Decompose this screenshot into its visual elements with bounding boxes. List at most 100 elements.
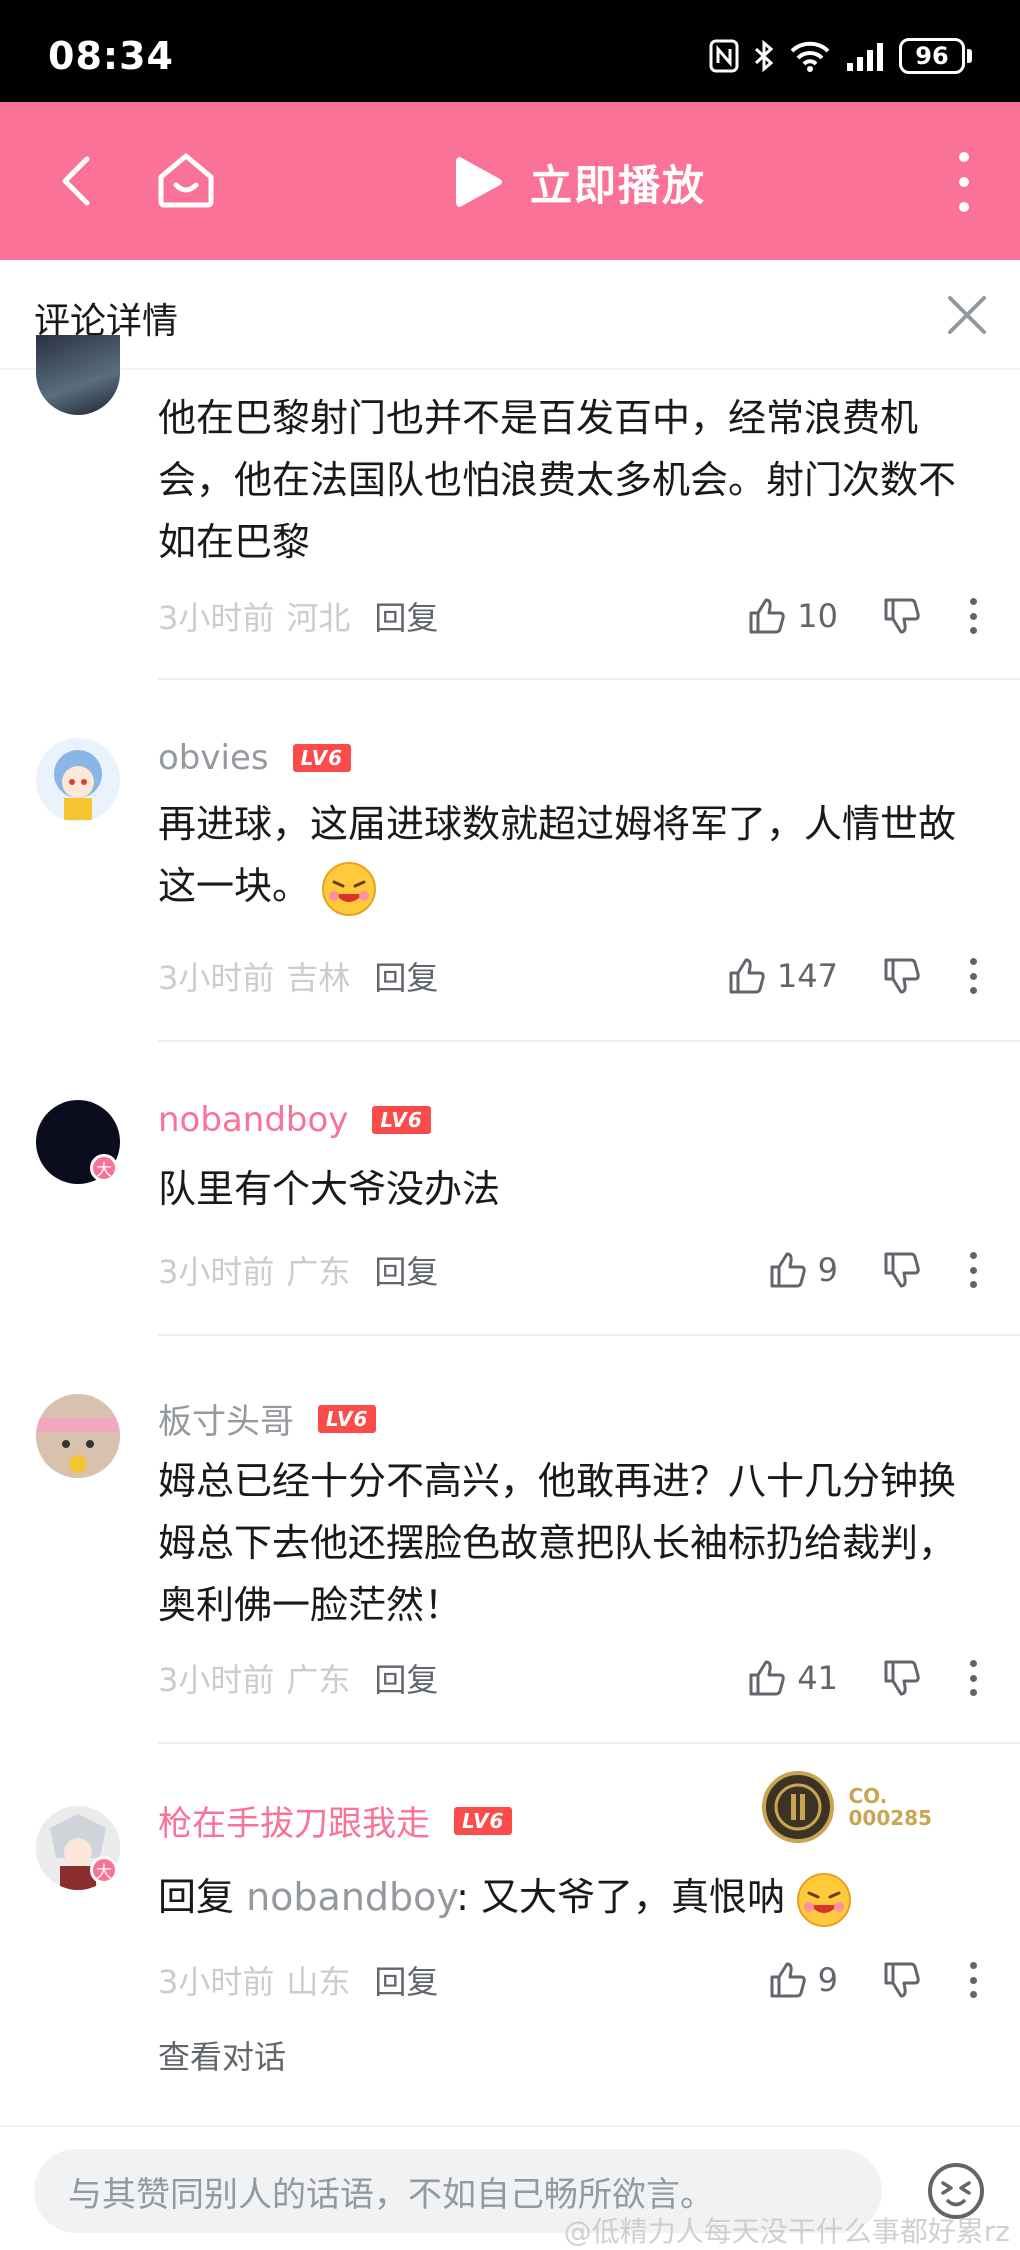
reply-prefix: 回复: [158, 1875, 247, 1919]
comment-body: : 又大爷了，真恨呐: [456, 1875, 786, 1919]
comment-header: obvies LV6: [158, 738, 351, 778]
thumbs-up-icon: [749, 1660, 785, 1696]
avatar[interactable]: [36, 738, 120, 822]
thumbs-up-icon: [770, 1252, 806, 1288]
bluetooth-icon: [754, 39, 774, 73]
more-options-button[interactable]: [944, 152, 984, 212]
close-icon[interactable]: [940, 288, 994, 342]
signal-icon: [847, 43, 883, 71]
home-button[interactable]: [150, 144, 222, 216]
play-now-label: 立即播放: [530, 160, 707, 210]
play-now-button[interactable]: 立即播放: [450, 142, 706, 222]
comment-time: 3小时前: [158, 1963, 275, 2001]
member-badge: 大: [90, 1154, 118, 1182]
reply-button[interactable]: 回复: [374, 953, 438, 999]
thumbs-up-icon: [749, 598, 785, 634]
home-icon: [158, 153, 214, 208]
comment-actions: 9: [768, 1240, 980, 1300]
comment-time: 3小时前: [158, 599, 275, 637]
divider: [158, 1040, 1020, 1042]
comment-body: 再进球，这届进球数就超过姆将军了，人情世故这一块。: [158, 802, 957, 908]
back-button[interactable]: [40, 146, 110, 216]
thumbs-down-icon: [884, 1660, 920, 1696]
reply-button[interactable]: 回复: [374, 1247, 438, 1293]
nfc-icon: [709, 39, 739, 73]
comment-more-button[interactable]: [966, 1962, 980, 1998]
like-count: 41: [797, 1659, 838, 1697]
comment-more-button[interactable]: [966, 958, 980, 994]
medal-line-2: 000285: [848, 1806, 933, 1830]
thumbs-up-icon: [729, 958, 765, 994]
fan-medal: CO. 000285: [761, 1770, 933, 1844]
status-bar: 08:34 96: [0, 0, 1020, 102]
thumbs-down-icon: [884, 1962, 920, 1998]
comment-time: 3小时前: [158, 1253, 275, 1291]
comment-more-button[interactable]: [966, 1660, 980, 1696]
level-badge: LV6: [454, 1806, 513, 1835]
comment-header: nobandboy LV6: [158, 1100, 431, 1140]
wifi-icon: [790, 41, 830, 72]
like-button[interactable]: 9: [768, 1960, 838, 2000]
like-count: 9: [817, 1251, 838, 1289]
watermark: @低精力人每天没干什么事都好累rz: [563, 2215, 1010, 2248]
username[interactable]: 板寸头哥: [158, 1394, 294, 1443]
comment-actions: 41: [747, 1648, 980, 1708]
comment-actions: 147: [727, 946, 980, 1006]
view-conversation-link[interactable]: 查看对话: [158, 2032, 286, 2078]
chevron-left-icon: [62, 156, 90, 206]
dislike-button[interactable]: [882, 1960, 922, 2000]
username[interactable]: obvies: [158, 738, 269, 778]
comment-actions: 10: [747, 586, 980, 646]
comment-location: 山东: [286, 1963, 351, 2001]
level-badge: LV6: [292, 744, 351, 772]
laughing-emoji-icon: [322, 861, 377, 916]
comment-time: 3小时前: [158, 1661, 275, 1699]
comment-location: 吉林: [286, 959, 351, 997]
like-button[interactable]: 10: [747, 596, 838, 636]
like-button[interactable]: 9: [768, 1250, 838, 1290]
comment-location: 河北: [286, 599, 351, 637]
comment-text: 姆总已经十分不高兴，他敢再进？八十几分钟换姆总下去他还摆脸色故意把队长袖标扔给裁…: [158, 1459, 957, 1627]
battery-indicator: 96: [899, 38, 972, 74]
reply-button[interactable]: 回复: [374, 593, 438, 639]
like-count: 9: [817, 1961, 838, 1999]
status-time: 08:34: [48, 34, 174, 78]
dislike-button[interactable]: [882, 956, 922, 996]
reply-button[interactable]: 回复: [374, 1655, 438, 1701]
reply-target-username[interactable]: nobandboy: [246, 1875, 456, 1919]
comment-location: 广东: [286, 1253, 351, 1291]
medal-line-1: CO.: [848, 1784, 888, 1808]
comment-text: 队里有个大爷没办法: [158, 1167, 501, 1211]
comment-more-button[interactable]: [966, 598, 980, 634]
comment-more-button[interactable]: [966, 1252, 980, 1288]
comment-actions: 9: [768, 1950, 980, 2010]
comment-header: 板寸头哥 LV6: [158, 1394, 377, 1443]
status-icons: 96: [709, 38, 972, 74]
username[interactable]: 枪在手拔刀跟我走: [158, 1796, 430, 1845]
avatar[interactable]: [36, 335, 120, 415]
comment-detail-header: 评论详情: [0, 260, 1020, 370]
like-button[interactable]: 147: [727, 956, 838, 996]
comment-text: 回复 nobandboy: 又大爷了，真恨呐: [158, 1866, 978, 1929]
comment-text: 他在巴黎射门也并不是百发百中，经常浪费机会，他在法国队也怕浪费太多机会。射门次数…: [158, 396, 957, 564]
comment-time: 3小时前: [158, 959, 275, 997]
level-badge: LV6: [372, 1106, 431, 1134]
laughing-emoji-icon: [797, 1872, 852, 1927]
comment-location: 广东: [286, 1661, 351, 1699]
like-button[interactable]: 41: [747, 1658, 838, 1698]
level-badge: LV6: [318, 1404, 377, 1433]
member-badge: 大: [90, 1856, 118, 1884]
dislike-button[interactable]: [882, 1250, 922, 1290]
dislike-button[interactable]: [882, 1658, 922, 1698]
divider: [158, 678, 1020, 680]
like-count: 10: [797, 597, 838, 635]
avatar[interactable]: [36, 1394, 120, 1478]
comment-text: 再进球，这届进球数就超过姆将军了，人情世故这一块。: [158, 793, 978, 918]
team-medal-icon: [761, 1771, 834, 1843]
dislike-button[interactable]: [882, 596, 922, 636]
username[interactable]: nobandboy: [158, 1100, 348, 1140]
top-bar: 立即播放: [0, 102, 1020, 260]
reply-button[interactable]: 回复: [374, 1957, 438, 2003]
divider: [158, 1742, 1020, 1744]
comment-header: 枪在手拔刀跟我走 LV6: [158, 1796, 513, 1845]
